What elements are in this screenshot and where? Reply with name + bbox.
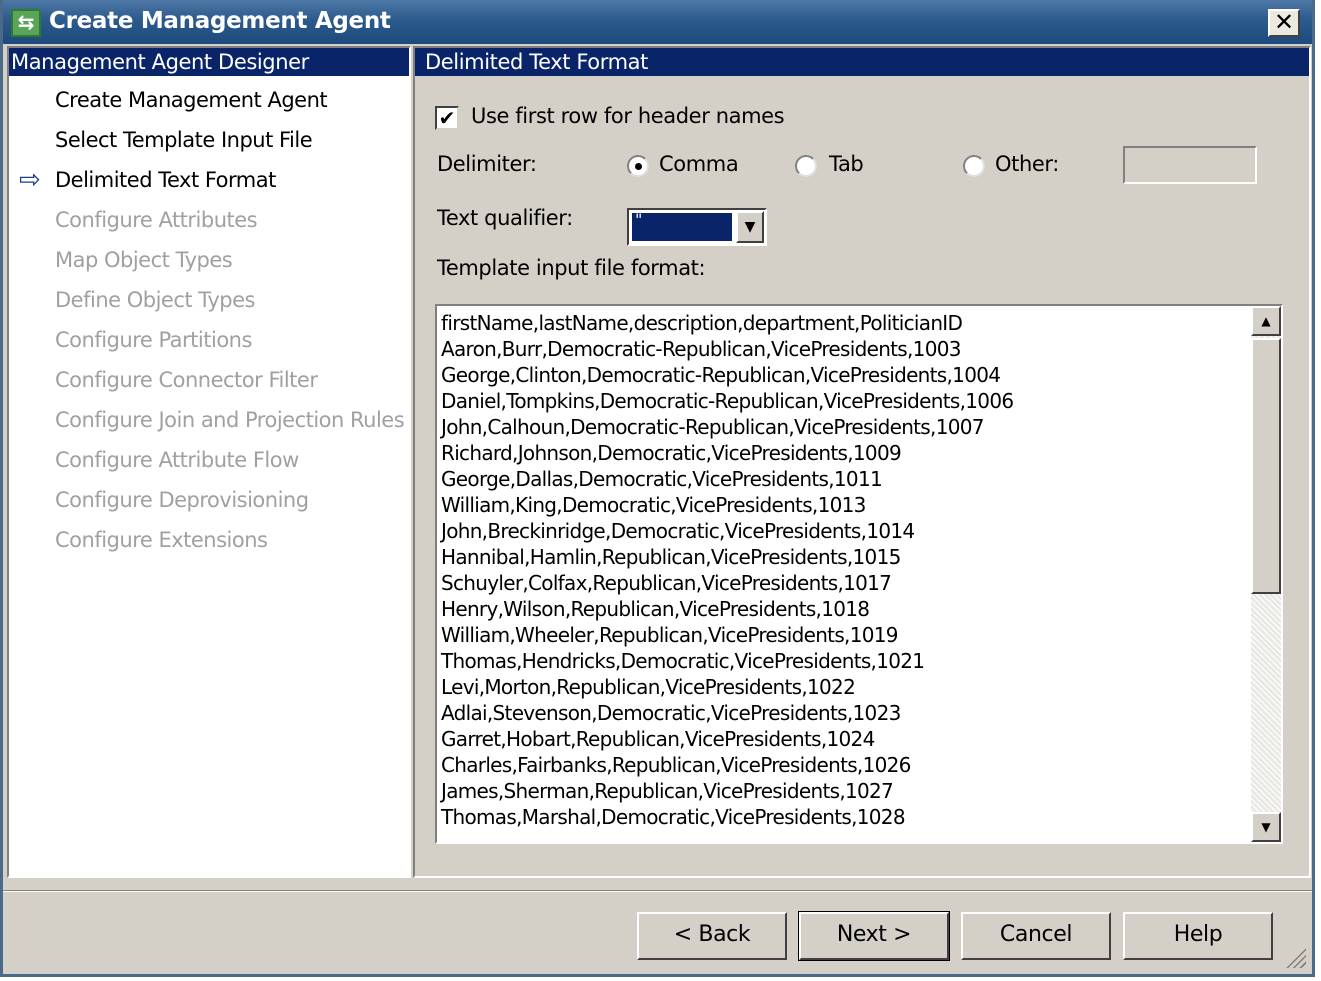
management-agent-icon: ⇆ — [11, 9, 41, 37]
nav-step[interactable]: Configure Attributes — [9, 200, 409, 240]
template-line: George,Dallas,Democratic,VicePresidents,… — [441, 467, 883, 491]
nav-step-label: Create Management Agent — [55, 88, 328, 112]
vertical-scrollbar[interactable]: ▲ ▼ — [1251, 306, 1281, 842]
text-qualifier-select[interactable]: " ▼ — [627, 208, 767, 246]
template-format-lines: firstName,lastName,description,departmen… — [441, 310, 1241, 830]
template-line: firstName,lastName,description,departmen… — [441, 311, 963, 335]
title-bar[interactable]: ⇆ Create Management Agent ✕ — [3, 0, 1312, 44]
scroll-down-icon[interactable]: ▼ — [1251, 812, 1281, 842]
template-line: Henry,Wilson,Republican,VicePresidents,1… — [441, 597, 870, 621]
text-qualifier-value: " — [632, 212, 732, 241]
template-line: Hannibal,Hamlin,Republican,VicePresident… — [441, 545, 901, 569]
nav-step[interactable]: Select Template Input File — [9, 120, 409, 160]
back-button[interactable]: < Back — [637, 912, 787, 960]
cancel-button[interactable]: Cancel — [961, 912, 1111, 960]
nav-step[interactable]: Configure Deprovisioning — [9, 480, 409, 520]
template-line: Schuyler,Colfax,Republican,VicePresident… — [441, 571, 892, 595]
other-label: Other: — [995, 152, 1059, 176]
comma-label: Comma — [659, 152, 739, 176]
footer-divider — [3, 890, 1312, 892]
current-step-arrow-icon: ⇨ — [19, 165, 41, 195]
nav-step[interactable]: Configure Attribute Flow — [9, 440, 409, 480]
comma-radio[interactable] — [627, 155, 649, 177]
window-title: Create Management Agent — [49, 8, 391, 34]
create-management-agent-window: ⇆ Create Management Agent ✕ Management A… — [0, 0, 1315, 977]
template-line: Levi,Morton,Republican,VicePresidents,10… — [441, 675, 856, 699]
step-panel-header: Delimited Text Format — [415, 48, 1309, 76]
chevron-down-icon[interactable]: ▼ — [736, 211, 764, 243]
designer-panel: Management Agent Designer Create Managem… — [7, 46, 411, 878]
template-line: John,Calhoun,Democratic-Republican,ViceP… — [441, 415, 984, 439]
nav-step-label: Configure Connector Filter — [55, 368, 318, 392]
nav-step[interactable]: Define Object Types — [9, 280, 409, 320]
text-qualifier-label: Text qualifier: — [437, 206, 573, 230]
template-line: William,King,Democratic,VicePresidents,1… — [441, 493, 866, 517]
nav-step-label: Configure Join and Projection Rules — [55, 408, 405, 432]
use-header-row-checkbox[interactable]: ✔ — [435, 106, 459, 130]
nav-step-label: Map Object Types — [55, 248, 233, 272]
nav-step-label: Delimited Text Format — [55, 168, 276, 192]
nav-step[interactable]: Configure Partitions — [9, 320, 409, 360]
other-delimiter-input[interactable] — [1123, 146, 1257, 184]
nav-step[interactable]: ⇨ Delimited Text Format — [9, 160, 409, 200]
close-button[interactable]: ✕ — [1268, 9, 1300, 37]
nav-step-label: Configure Extensions — [55, 528, 268, 552]
nav-step[interactable]: Configure Connector Filter — [9, 360, 409, 400]
use-header-row-label: Use first row for header names — [471, 104, 785, 128]
template-line: Daniel,Tompkins,Democratic-Republican,Vi… — [441, 389, 1014, 413]
scroll-thumb[interactable] — [1251, 338, 1281, 594]
template-line: Thomas,Marshal,Democratic,VicePresidents… — [441, 805, 906, 829]
other-radio[interactable] — [963, 155, 985, 177]
template-format-label: Template input file format: — [437, 256, 706, 280]
template-line: George,Clinton,Democratic-Republican,Vic… — [441, 363, 1001, 387]
scroll-up-icon[interactable]: ▲ — [1251, 306, 1281, 336]
next-button[interactable]: Next > — [798, 911, 950, 961]
nav-step-label: Configure Partitions — [55, 328, 252, 352]
nav-step[interactable]: Create Management Agent — [9, 80, 409, 120]
nav-step-label: Select Template Input File — [55, 128, 313, 152]
nav-step-label: Define Object Types — [55, 288, 255, 312]
designer-steps-list: Create Management Agent Select Template I… — [9, 80, 409, 560]
help-button[interactable]: Help — [1123, 912, 1273, 960]
template-line: Garret,Hobart,Republican,VicePresidents,… — [441, 727, 875, 751]
nav-step[interactable]: Configure Join and Projection Rules — [9, 400, 409, 440]
template-line: John,Breckinridge,Democratic,VicePreside… — [441, 519, 915, 543]
tab-radio[interactable] — [795, 155, 817, 177]
template-format-textbox[interactable]: firstName,lastName,description,departmen… — [435, 304, 1283, 844]
template-line: Adlai,Stevenson,Democratic,VicePresident… — [441, 701, 901, 725]
nav-step-label: Configure Deprovisioning — [55, 488, 309, 512]
template-line: Aaron,Burr,Democratic-Republican,VicePre… — [441, 337, 961, 361]
template-line: James,Sherman,Republican,VicePresidents,… — [441, 779, 894, 803]
template-line: William,Wheeler,Republican,VicePresident… — [441, 623, 898, 647]
nav-step-label: Configure Attribute Flow — [55, 448, 299, 472]
resize-grip-icon[interactable] — [1284, 946, 1306, 968]
nav-step-label: Configure Attributes — [55, 208, 258, 232]
nav-step[interactable]: Configure Extensions — [9, 520, 409, 560]
template-line: Thomas,Hendricks,Democratic,VicePresiden… — [441, 649, 925, 673]
nav-step[interactable]: Map Object Types — [9, 240, 409, 280]
tab-label: Tab — [829, 152, 864, 176]
template-line: Richard,Johnson,Democratic,VicePresident… — [441, 441, 902, 465]
designer-panel-header: Management Agent Designer — [9, 48, 409, 76]
delimiter-label: Delimiter: — [437, 152, 537, 176]
delimited-text-format-panel: Delimited Text Format ✔ Use first row fo… — [413, 46, 1311, 878]
template-line: Charles,Fairbanks,Republican,VicePreside… — [441, 753, 911, 777]
